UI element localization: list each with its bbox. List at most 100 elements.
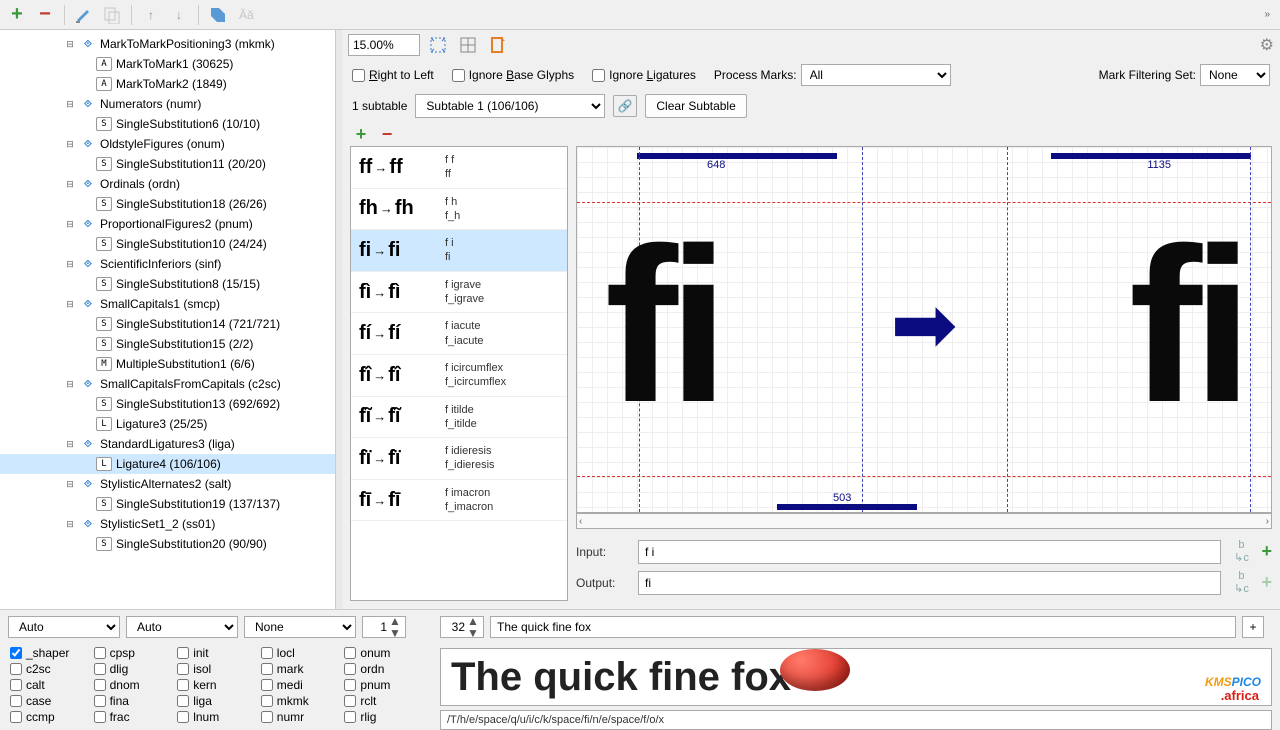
tree-node[interactable]: SSingleSubstitution20 (90/90) bbox=[0, 534, 335, 554]
rtl-checkbox[interactable]: Right to Left bbox=[352, 68, 434, 82]
output-field[interactable] bbox=[638, 571, 1221, 595]
ignore-ligatures-checkbox[interactable]: Ignore Ligatures bbox=[592, 68, 696, 82]
feature-checkbox-_shaper[interactable]: _shaper bbox=[10, 646, 86, 660]
tree-node[interactable]: SSingleSubstitution18 (26/26) bbox=[0, 194, 335, 214]
add-sample-button[interactable]: + bbox=[1242, 616, 1264, 638]
add-button[interactable]: + bbox=[6, 4, 28, 26]
feature-checkbox-dnom[interactable]: dnom bbox=[94, 678, 170, 692]
tree-node[interactable]: SSingleSubstitution6 (10/10) bbox=[0, 114, 335, 134]
settings-icon[interactable]: ⚙ bbox=[1260, 35, 1274, 55]
substitution-item[interactable]: fī→fīf imacronf_imacron bbox=[351, 480, 567, 522]
tree-node[interactable]: SSingleSubstitution19 (137/137) bbox=[0, 494, 335, 514]
tree-node[interactable]: ⊟⟐SmallCapitals1 (smcp) bbox=[0, 294, 335, 314]
tree-node[interactable]: ⊟⟐Numerators (numr) bbox=[0, 94, 335, 114]
tree-node[interactable]: SSingleSubstitution15 (2/2) bbox=[0, 334, 335, 354]
watermark-button-graphic bbox=[771, 648, 859, 706]
tree-node[interactable]: SSingleSubstitution10 (24/24) bbox=[0, 234, 335, 254]
clear-subtable-button[interactable]: Clear Subtable bbox=[645, 94, 746, 118]
fit-icon[interactable] bbox=[426, 34, 450, 56]
remove-subst-button[interactable]: − bbox=[376, 123, 398, 145]
count-spinner[interactable]: ▲▼ bbox=[362, 616, 406, 638]
direction-select[interactable]: None bbox=[244, 616, 356, 638]
feature-checkbox-mkmk[interactable]: mkmk bbox=[261, 694, 337, 708]
language-select[interactable]: Auto bbox=[126, 616, 238, 638]
feature-checkbox-ccmp[interactable]: ccmp bbox=[10, 710, 86, 724]
feature-checkbox-isol[interactable]: isol bbox=[177, 662, 253, 676]
collapse-toolbar-icon[interactable]: » bbox=[1264, 9, 1274, 20]
output-glyph-preview: fi bbox=[1129, 215, 1243, 435]
tree-node[interactable]: AMarkToMark2 (1849) bbox=[0, 74, 335, 94]
substitution-item[interactable]: fí→fíf iacutef_iacute bbox=[351, 313, 567, 355]
tree-node[interactable]: SSingleSubstitution13 (692/692) bbox=[0, 394, 335, 414]
tree-node[interactable]: ⊟⟐StylisticSet1_2 (ss01) bbox=[0, 514, 335, 534]
substitution-item[interactable]: fï→fïf idieresisf_idieresis bbox=[351, 438, 567, 480]
feature-checkbox-fina[interactable]: fina bbox=[94, 694, 170, 708]
output-bc-icon: b↳c bbox=[1229, 570, 1253, 595]
tree-node[interactable]: LLigature3 (25/25) bbox=[0, 414, 335, 434]
add-input-button[interactable]: + bbox=[1261, 541, 1272, 562]
page-icon[interactable] bbox=[486, 34, 510, 56]
substitution-item[interactable]: fî→fîf icircumflexf_icircumflex bbox=[351, 355, 567, 397]
tree-node[interactable]: SSingleSubstitution14 (721/721) bbox=[0, 314, 335, 334]
script-select[interactable]: Auto bbox=[8, 616, 120, 638]
mark-filtering-select[interactable]: None bbox=[1200, 64, 1270, 86]
feature-checkbox-lnum[interactable]: lnum bbox=[177, 710, 253, 724]
tree-node[interactable]: ⊟⟐MarkToMarkPositioning3 (mkmk) bbox=[0, 34, 335, 54]
sample-text-input[interactable] bbox=[490, 616, 1236, 638]
subtable-select[interactable]: Subtable 1 (106/106) bbox=[415, 94, 605, 118]
substitution-item[interactable]: ff→fff fff bbox=[351, 147, 567, 189]
feature-checkbox-rlig[interactable]: rlig bbox=[344, 710, 420, 724]
feature-checkbox-mark[interactable]: mark bbox=[261, 662, 337, 676]
feature-checkbox-kern[interactable]: kern bbox=[177, 678, 253, 692]
feature-checkbox-calt[interactable]: calt bbox=[10, 678, 86, 692]
feature-checkbox-medi[interactable]: medi bbox=[261, 678, 337, 692]
tree-node[interactable]: ⊟⟐ScientificInferiors (sinf) bbox=[0, 254, 335, 274]
feature-checkbox-liga[interactable]: liga bbox=[177, 694, 253, 708]
ignore-base-checkbox[interactable]: Ignore Base Glyphs bbox=[452, 68, 574, 82]
edit-icon[interactable] bbox=[73, 4, 95, 26]
feature-checkbox-locl[interactable]: locl bbox=[261, 646, 337, 660]
substitution-item[interactable]: fì→fìf igravef_igrave bbox=[351, 272, 567, 314]
size-spinner[interactable]: ▲▼ bbox=[440, 616, 484, 638]
tree-node[interactable]: ⊟⟐SmallCapitalsFromCapitals (c2sc) bbox=[0, 374, 335, 394]
horizontal-scrollbar[interactable]: ‹› bbox=[576, 513, 1272, 529]
substitution-list[interactable]: ff→fff ffffh→fhf hf_hfi→fif ififì→fìf ig… bbox=[350, 146, 568, 601]
search-glyph-icon: Ăă bbox=[235, 4, 257, 26]
feature-checkbox-pnum[interactable]: pnum bbox=[344, 678, 420, 692]
tree-node[interactable]: ⊟⟐ProportionalFigures2 (pnum) bbox=[0, 214, 335, 234]
feature-checkbox-onum[interactable]: onum bbox=[344, 646, 420, 660]
grid-icon[interactable] bbox=[456, 34, 480, 56]
tag-icon[interactable] bbox=[207, 4, 229, 26]
glyph-preview-canvas[interactable]: 648 1135 fi ➡ fi 503 bbox=[576, 146, 1272, 513]
feature-checkbox-case[interactable]: case bbox=[10, 694, 86, 708]
tree-node[interactable]: LLigature4 (106/106) bbox=[0, 454, 335, 474]
remove-button[interactable]: − bbox=[34, 4, 56, 26]
add-subst-button[interactable]: + bbox=[350, 123, 372, 145]
tree-node[interactable]: MMultipleSubstitution1 (6/6) bbox=[0, 354, 335, 374]
tree-node[interactable]: ⊟⟐OldstyleFigures (onum) bbox=[0, 134, 335, 154]
process-marks-select[interactable]: All bbox=[801, 64, 951, 86]
tree-node[interactable]: ⊟⟐StylisticAlternates2 (salt) bbox=[0, 474, 335, 494]
tree-node[interactable]: SSingleSubstitution8 (15/15) bbox=[0, 274, 335, 294]
tree-node[interactable]: SSingleSubstitution11 (20/20) bbox=[0, 154, 335, 174]
feature-checkbox-c2sc[interactable]: c2sc bbox=[10, 662, 86, 676]
feature-tree[interactable]: ⊟⟐MarkToMarkPositioning3 (mkmk)AMarkToMa… bbox=[0, 30, 335, 609]
tree-node[interactable]: ⊟⟐StandardLigatures3 (liga) bbox=[0, 434, 335, 454]
feature-checkbox-frac[interactable]: frac bbox=[94, 710, 170, 724]
substitution-item[interactable]: fĩ→fĩf itildef_itilde bbox=[351, 397, 567, 439]
zoom-select[interactable] bbox=[348, 34, 420, 56]
feature-checkbox-init[interactable]: init bbox=[177, 646, 253, 660]
tree-node[interactable]: AMarkToMark1 (30625) bbox=[0, 54, 335, 74]
input-field[interactable] bbox=[638, 540, 1221, 564]
feature-checkbox-dlig[interactable]: dlig bbox=[94, 662, 170, 676]
tree-node[interactable]: ⊟⟐Ordinals (ordn) bbox=[0, 174, 335, 194]
glyph-path-display: /T/h/e/space/q/u/i/c/k/space/fi/n/e/spac… bbox=[440, 710, 1272, 730]
feature-checkbox-cpsp[interactable]: cpsp bbox=[94, 646, 170, 660]
metric-kern: 503 bbox=[833, 492, 851, 504]
feature-checkbox-ordn[interactable]: ordn bbox=[344, 662, 420, 676]
substitution-item[interactable]: fh→fhf hf_h bbox=[351, 189, 567, 231]
substitution-item[interactable]: fi→fif ifi bbox=[351, 230, 567, 272]
feature-checkbox-rclt[interactable]: rclt bbox=[344, 694, 420, 708]
link-icon[interactable]: 🔗 bbox=[613, 95, 637, 117]
feature-checkbox-numr[interactable]: numr bbox=[261, 710, 337, 724]
